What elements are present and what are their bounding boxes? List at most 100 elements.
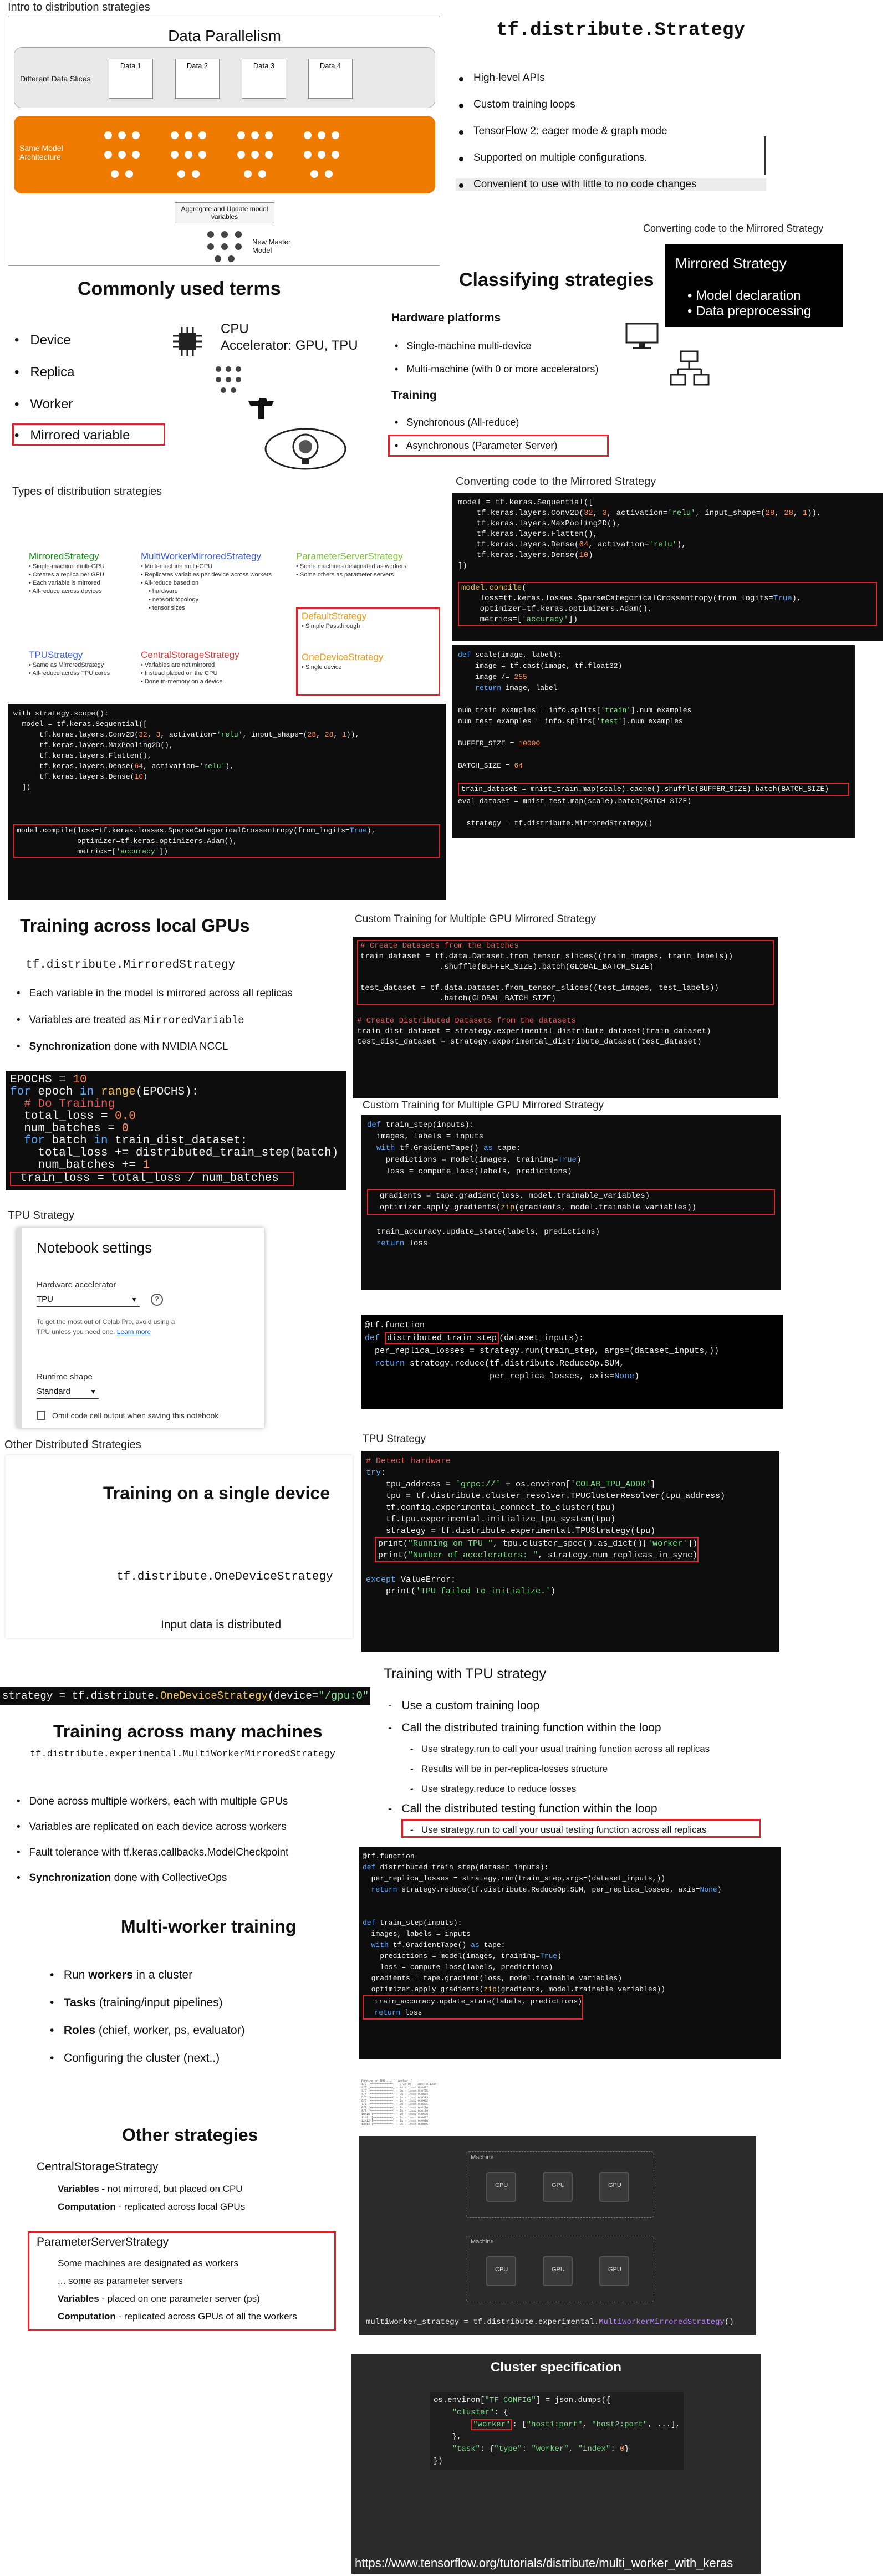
mw-item-3: • Roles (chief, worker, ps, evaluator) [50, 2024, 245, 2037]
ps-line-2: ... some as parameter servers [58, 2276, 183, 2286]
other-strategies-title: Other strategies [122, 2125, 258, 2145]
machine-label-1: Machine [471, 2154, 494, 2161]
help-icon[interactable]: ? [151, 1294, 163, 1306]
runtime-shape-select[interactable]: Standard ▼ [37, 1384, 99, 1399]
model-network-icons [104, 131, 339, 178]
many-bullet-4: • Synchronization done with CollectiveOp… [17, 1872, 227, 1884]
data-card-2: Data 2 [175, 59, 220, 99]
cpu-label-2: CPU [495, 2266, 508, 2273]
code-model: model = tf.keras.Sequential([ tf.keras.l… [452, 493, 883, 641]
new-master-label: New Master Model [252, 238, 291, 254]
card-central-storage: CentralStorageStrategy • Variables are n… [141, 650, 239, 685]
strategy-bullet: TensorFlow 2: eager mode & graph mode [456, 125, 766, 137]
machine-2: Machine CPU GPU GPU [466, 2236, 654, 2302]
divider-line [764, 136, 766, 175]
gpu-label-2b: GPU [608, 2266, 621, 2273]
gpu-label-1a: GPU [552, 2182, 565, 2189]
omit-output-checkbox[interactable] [37, 1411, 45, 1420]
central-line-1: Variables - not mirrored, but placed on … [58, 2184, 243, 2194]
hardware-heading: Hardware platforms [391, 311, 501, 324]
card-default: DefaultStrategy • Simple Passthrough [302, 611, 367, 630]
caption-converting-2: Converting code to the Mirrored Strategy [456, 476, 656, 488]
caption-tpu: TPU Strategy [8, 1209, 75, 1221]
tpu-step-3: - Call the distributed testing function … [388, 1802, 657, 1815]
multi-worker-title: Multi-worker training [121, 1916, 297, 1936]
many-machines-title: Training across many machines [53, 1721, 323, 1741]
terms-title: Commonly used terms [78, 278, 281, 299]
hardware-accelerator-select[interactable]: TPU ▼ [37, 1292, 140, 1307]
term-device: • Device [14, 333, 71, 347]
replica-network-icon [216, 366, 241, 393]
chevron-down-icon: ▼ [131, 1296, 137, 1304]
strategy-bullet: Supported on multiple configurations. [456, 152, 766, 164]
caption-other: Other Distributed Strategies [4, 1439, 141, 1451]
data-card-1: Data 1 [109, 59, 153, 99]
caption-converting: Converting code to the Mirrored Strategy [643, 223, 824, 234]
code-train-step: def train_step(inputs): images, labels =… [361, 1115, 781, 1290]
single-device-panel: Training on a single device tf.distribut… [6, 1455, 353, 1638]
hw-item-2: • Multi-machine (with 0 or more accelera… [395, 364, 599, 375]
caption-custom-1: Custom Training for Multiple GPU Mirrore… [355, 913, 597, 925]
card-mirrored: MirroredStrategy • Single-machine multi-… [29, 551, 105, 595]
types-panel: MirroredStrategy • Single-machine multi-… [8, 499, 446, 698]
training-item-1: • Synchronous (All-reduce) [395, 417, 519, 428]
data-card-4: Data 4 [308, 59, 353, 99]
code-distributed-train-step: @tf.function def distributed_train_step (d… [361, 1315, 783, 1409]
data-parallelism-figure: Data Parallelism Different Data Slices D… [8, 16, 440, 266]
many-bullet-1: • Done across multiple workers, each wit… [17, 1796, 288, 1807]
data-slices-panel: Different Data Slices Data 1 Data 2 Data… [14, 47, 435, 108]
network-icon [670, 350, 710, 386]
omit-output-label: Omit code cell output when saving this n… [52, 1411, 219, 1420]
multiworker-api: tf.distribute.experimental.MultiWorkerMi… [30, 1749, 335, 1760]
gpu-label-2a: GPU [552, 2266, 565, 2273]
data-slices-label: Different Data Slices [20, 74, 91, 83]
mirrored-bullet-1: • Model declaration [687, 288, 801, 303]
strategy-bullet: High-level APIs [456, 72, 766, 84]
tpu-note: To get the most out of Colab Pro, avoid … [37, 1318, 175, 1336]
one-device-api: tf.distribute.OneDeviceStrategy [116, 1571, 333, 1583]
code-scope: with strategy.scope(): model = tf.keras.… [8, 704, 446, 900]
code-datasets: # Create Datasets from the batches train… [353, 937, 778, 1098]
runtime-shape-label: Runtime shape [37, 1372, 93, 1382]
ps-line-1: Some machines are designated as workers [58, 2258, 238, 2268]
tutorial-url[interactable]: https://www.tensorflow.org/tutorials/dis… [355, 2556, 733, 2570]
monitor-icon [625, 323, 659, 349]
central-line-2: Computation - replicated across local GP… [58, 2201, 246, 2212]
cluster-spec-code: os.environ["TF_CONFIG"] = json.dumps({ "… [430, 2392, 684, 2470]
machine-1: Machine CPU GPU GPU [466, 2151, 654, 2218]
local-bullet-1: • Each variable in the model is mirrored… [17, 988, 293, 999]
single-device-title: Training on a single device [103, 1483, 330, 1503]
learn-more-link[interactable]: Learn more [117, 1328, 151, 1336]
gpu-label-1b: GPU [608, 2182, 621, 2189]
machines-panel: Machine CPU GPU GPU Machine CPU GPU GPU … [359, 2136, 756, 2335]
tpu-step-1: - Use a custom training loop [388, 1699, 540, 1712]
mirrored-bullet-2: • Data preprocessing [687, 304, 812, 319]
tpu-step-2a: - Use strategy.run to call your usual tr… [410, 1744, 710, 1754]
input-distributed-note: Input data is distributed [161, 1618, 282, 1631]
worker-icon [248, 398, 274, 419]
caption-custom-2: Custom Training for Multiple GPU Mirrore… [363, 1100, 604, 1111]
term-worker: • Worker [14, 397, 73, 412]
caption-tpu-2: TPU Strategy [363, 1433, 426, 1445]
ps-line-4: Computation - replicated across GPUs of … [58, 2311, 297, 2322]
card-one-device: OneDeviceStrategy • Single device [302, 652, 384, 671]
central-storage-title: CentralStorageStrategy [37, 2160, 159, 2173]
cluster-spec-panel: Cluster specification os.environ["TF_CON… [351, 2354, 761, 2574]
multiworker-code: multiworker_strategy = tf.distribute.exp… [366, 2318, 734, 2327]
hw-item-1: • Single-machine multi-device [395, 340, 532, 351]
chevron-down-icon: ▼ [90, 1388, 96, 1396]
card-tpu: TPUStrategy • Same as MirroredStrategy •… [29, 650, 110, 677]
mw-item-2: • Tasks (training/input pipelines) [50, 1996, 223, 2009]
training-heading: Training [391, 389, 437, 402]
highlight-mirrored-variable [12, 423, 165, 446]
cluster-spec-title: Cluster specification [490, 2360, 622, 2375]
strategy-bullet: Convenient to use with little to no code… [456, 178, 766, 191]
mirrored-strategy-panel: Mirrored Strategy • Model declaration • … [665, 244, 843, 327]
strategy-bullet: Custom training loops [456, 99, 766, 111]
mirrored-api: tf.distribute.MirroredStrategy [26, 959, 236, 972]
parameter-server-title: ParameterServerStrategy [37, 2236, 169, 2248]
cpu-label: CPU [221, 321, 249, 336]
card-parameter-server: ParameterServerStrategy • Some machines … [296, 551, 406, 578]
aggregate-box: Aggregate and Update model variables [175, 202, 274, 223]
term-replica: • Replica [14, 365, 75, 380]
